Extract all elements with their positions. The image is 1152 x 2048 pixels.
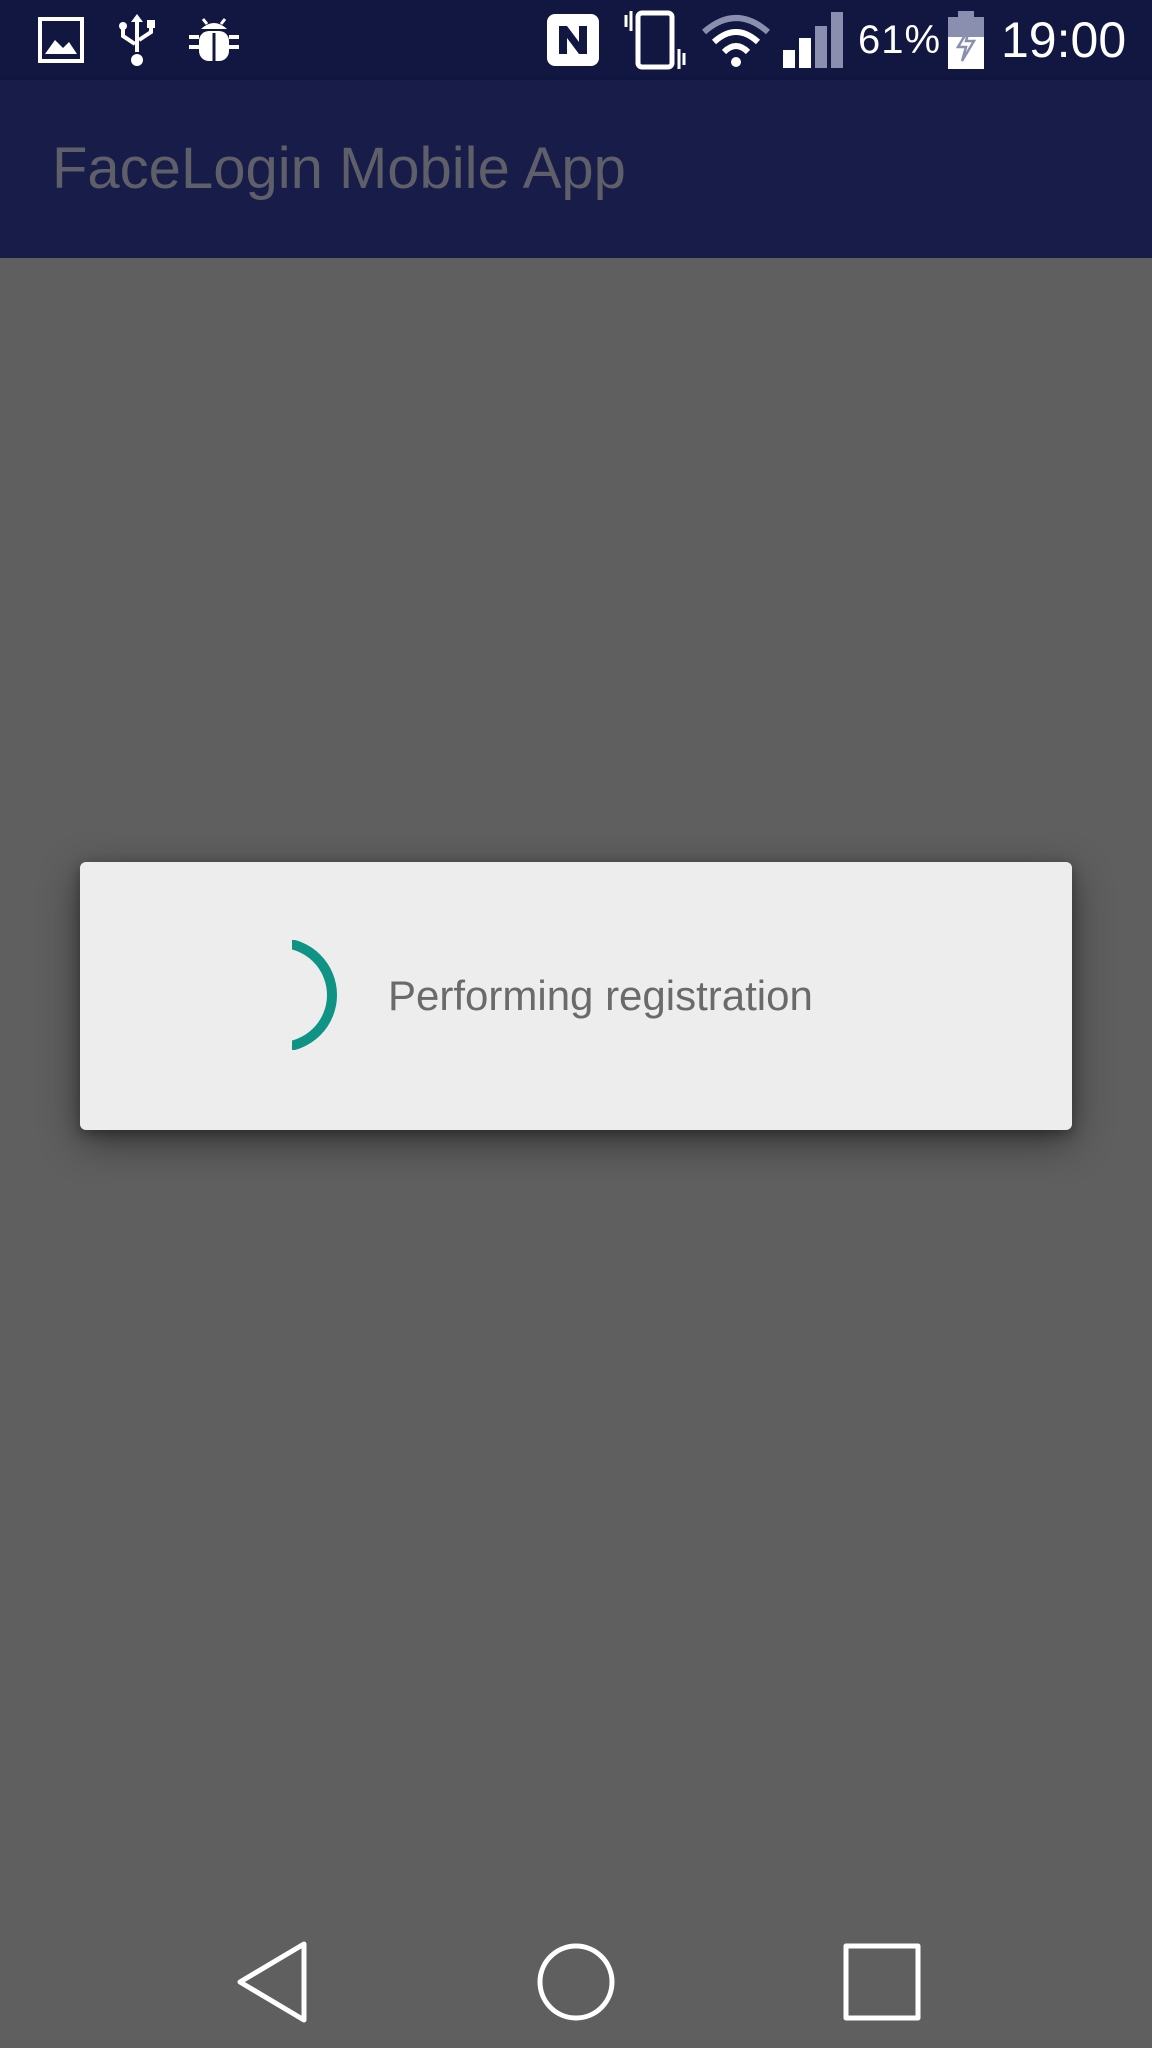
- navigation-bar: [0, 1916, 1152, 2048]
- loading-spinner-icon: [279, 938, 402, 1052]
- dialog-message: Performing registration: [388, 972, 813, 1019]
- recents-icon[interactable]: [822, 1916, 942, 2048]
- app-title: FaceLogin Mobile App: [52, 136, 626, 201]
- android-debug-icon: [186, 0, 242, 80]
- clock: 19:00: [1001, 12, 1127, 68]
- battery-charging-icon: [944, 0, 988, 80]
- signal-icon: [780, 0, 850, 80]
- progress-dialog: Performing registration: [80, 862, 1072, 1130]
- app-bar: FaceLogin Mobile App: [0, 80, 1152, 258]
- vibrate-icon: [622, 0, 688, 80]
- nfc-icon: [544, 0, 602, 80]
- status-bar: 61% 19:00: [0, 0, 1152, 80]
- usb-icon: [114, 0, 160, 80]
- battery-percent: 61%: [858, 18, 942, 62]
- image-icon: [36, 0, 86, 80]
- wifi-icon: [700, 0, 772, 80]
- home-icon[interactable]: [516, 1916, 636, 2048]
- back-icon[interactable]: [212, 1916, 332, 2048]
